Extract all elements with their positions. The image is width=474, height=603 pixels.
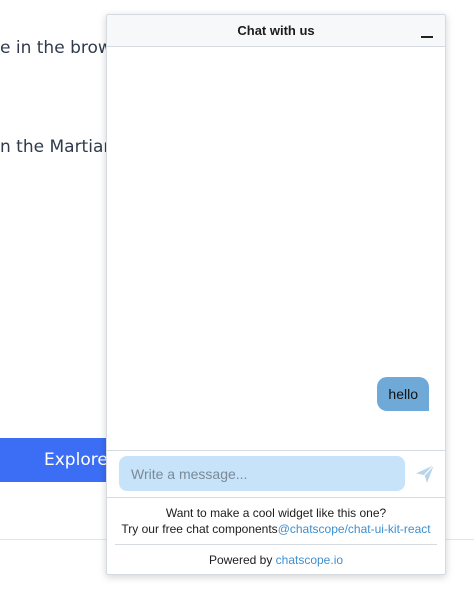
chatscope-link[interactable]: chatscope.io: [276, 553, 343, 567]
promo-line-2: Try our free chat components@chatscope/c…: [107, 521, 445, 537]
chat-title: Chat with us: [237, 23, 315, 38]
message-list[interactable]: hello: [107, 47, 445, 450]
message-composer: [107, 450, 445, 497]
promo-text: Try our free chat components: [121, 522, 278, 536]
chat-header: Chat with us: [107, 15, 445, 47]
powered-by: Powered by chatscope.io: [115, 544, 437, 574]
chat-widget: Chat with us hello Want to make a cool w…: [106, 14, 446, 575]
outgoing-message: hello: [377, 377, 429, 411]
minimize-button[interactable]: [419, 23, 435, 39]
explore-button[interactable]: Explore: [0, 438, 112, 482]
send-icon: [416, 464, 435, 483]
background-text-line-2: n the Martian.: [0, 137, 120, 157]
background-text-line-1: e in the brows: [0, 38, 121, 58]
powered-by-text: Powered by: [208, 553, 276, 567]
send-button[interactable]: [415, 464, 435, 484]
minimize-icon: [421, 36, 433, 38]
promo-section: Want to make a cool widget like this one…: [107, 497, 445, 544]
chat-ui-kit-link[interactable]: @chatscope/chat-ui-kit-react: [278, 522, 431, 536]
promo-line-1: Want to make a cool widget like this one…: [165, 506, 387, 520]
page: e in the brows n the Martian. Explore Ch…: [0, 0, 474, 603]
message-input[interactable]: [119, 456, 405, 491]
